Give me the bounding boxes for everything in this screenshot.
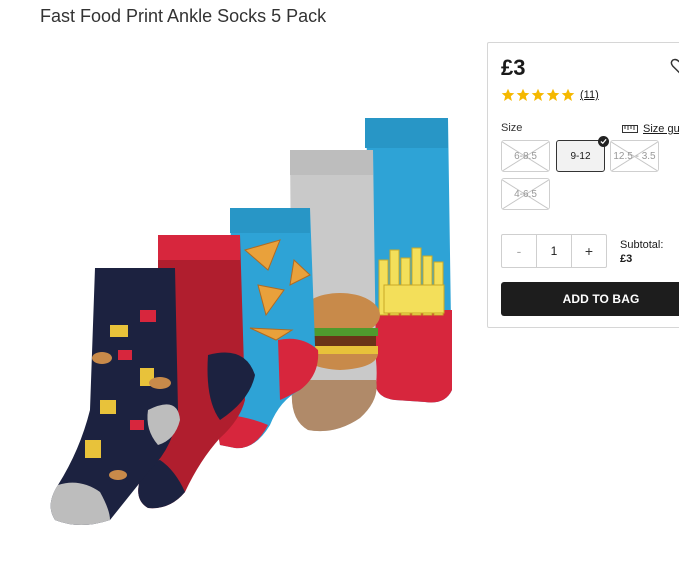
increase-quantity-button[interactable]: + (571, 235, 606, 267)
size-option-label: 9-12 (570, 150, 591, 162)
size-guide-label: Size gu (643, 123, 679, 135)
size-option-label: 4-6.5 (514, 188, 537, 200)
heart-icon[interactable] (670, 57, 679, 75)
size-option-4-6-5[interactable]: 4-6.5 (501, 178, 550, 210)
ruler-icon (622, 125, 638, 133)
size-option-12-5-3-5[interactable]: 12.5 - 3.5 (610, 140, 659, 172)
quantity-value[interactable]: 1 (537, 235, 571, 267)
size-guide-link[interactable]: Size gu (622, 123, 679, 135)
star-icon (501, 88, 515, 101)
decrease-quantity-button[interactable]: - (502, 235, 537, 267)
subtotal-label: Subtotal: (620, 239, 664, 251)
price: £3 (501, 55, 526, 80)
check-icon (598, 136, 609, 147)
purchase-panel: £3 (11) Size Size gu 6-8.5 9-12 12.5 - 3… (487, 42, 679, 328)
star-icon (561, 88, 575, 101)
size-option-label: 6-8.5 (514, 150, 537, 162)
size-option-6-8-5[interactable]: 6-8.5 (501, 140, 550, 172)
review-count-link[interactable]: (11) (580, 89, 599, 101)
quantity-stepper: - 1 + (501, 234, 607, 268)
product-title: Fast Food Print Ankle Socks 5 Pack (40, 6, 327, 26)
subtotal: Subtotal: £3 (620, 238, 663, 266)
size-option-label: 12.5 - 3.5 (613, 150, 656, 162)
star-icon (531, 88, 545, 101)
star-rating[interactable]: (11) (501, 88, 599, 102)
size-option-9-12[interactable]: 9-12 (556, 136, 609, 172)
star-icon (516, 88, 530, 101)
sock-fries (365, 118, 452, 403)
size-label: Size (501, 122, 523, 134)
add-to-bag-button[interactable]: ADD TO BAG (501, 282, 679, 316)
subtotal-value: £3 (620, 253, 633, 265)
product-image (50, 118, 452, 525)
star-icon (546, 88, 560, 101)
